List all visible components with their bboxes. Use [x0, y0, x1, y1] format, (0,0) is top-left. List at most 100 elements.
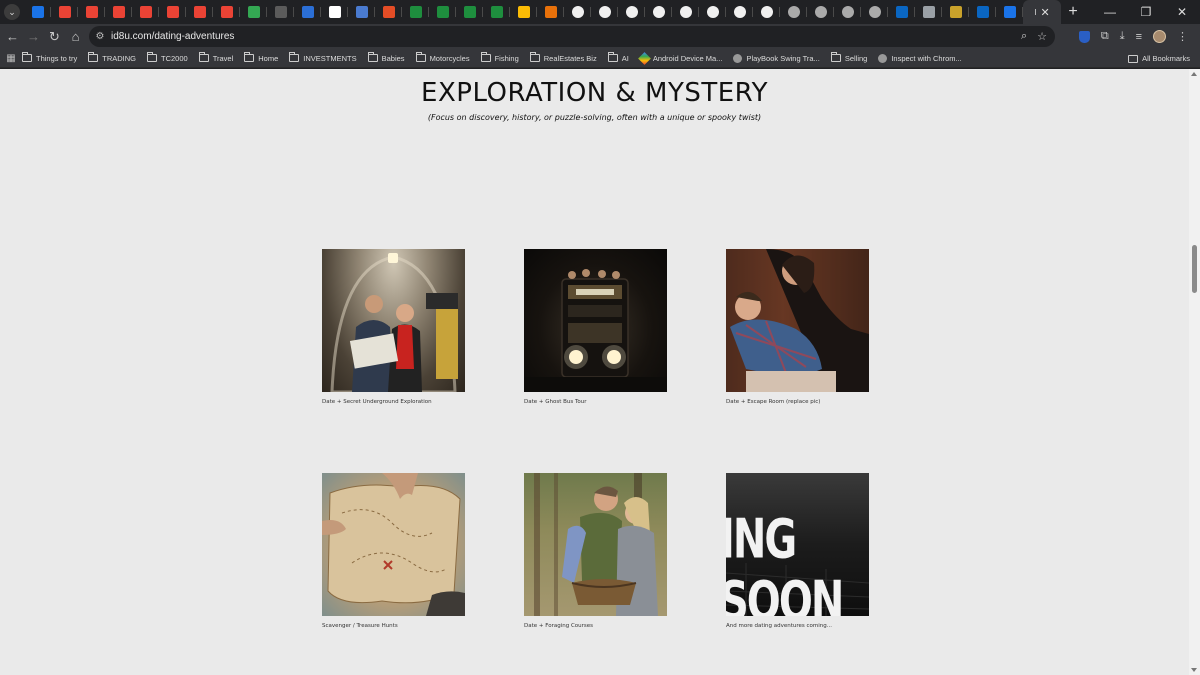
- profile-avatar[interactable]: [1153, 30, 1166, 43]
- bookmark-item[interactable]: Travel: [198, 52, 233, 63]
- browser-tab[interactable]: [618, 0, 645, 24]
- tab-search-button[interactable]: ⌄: [0, 0, 24, 24]
- bitwarden-extension-icon[interactable]: [1078, 30, 1090, 43]
- browser-tab[interactable]: [537, 0, 564, 24]
- media-controls-icon[interactable]: ≡: [1136, 31, 1142, 43]
- browser-tab[interactable]: [132, 0, 159, 24]
- browser-tab[interactable]: [51, 0, 78, 24]
- browser-tab[interactable]: [213, 0, 240, 24]
- folder-icon: [367, 52, 378, 62]
- bookmark-item[interactable]: Android Device Ma...: [637, 51, 722, 65]
- home-button[interactable]: ⌂: [65, 24, 86, 49]
- browser-tab[interactable]: [807, 0, 834, 24]
- tab-favicon-icon: [544, 6, 557, 18]
- card-underground[interactable]: Date + Secret Underground Exploration: [322, 249, 465, 405]
- site-info-icon[interactable]: ⚙: [89, 31, 111, 42]
- browser-tab[interactable]: [915, 0, 942, 24]
- back-button[interactable]: ←: [2, 24, 23, 49]
- card-treasure-hunt[interactable]: Scavenger / Treasure Hunts: [322, 473, 465, 629]
- address-bar[interactable]: ⚙ id8u.com/dating-adventures ⌕ ☆: [89, 26, 1055, 47]
- browser-tab[interactable]: [672, 0, 699, 24]
- bookmark-item[interactable]: RealEstates Biz: [529, 52, 597, 63]
- card-image[interactable]: [524, 473, 667, 616]
- bookmark-item[interactable]: Home: [244, 52, 278, 63]
- browser-tab[interactable]: [834, 0, 861, 24]
- scroll-down-arrow-icon[interactable]: [1191, 668, 1197, 672]
- browser-tab[interactable]: [753, 0, 780, 24]
- browser-tab[interactable]: [780, 0, 807, 24]
- bookmark-label: Things to try: [36, 53, 78, 63]
- card-escape-room[interactable]: Date + Escape Room (replace pic): [726, 249, 869, 405]
- browser-tab[interactable]: [321, 0, 348, 24]
- browser-tab[interactable]: [996, 0, 1023, 24]
- card-image[interactable]: ING SOON: [726, 473, 869, 616]
- browser-tab[interactable]: [159, 0, 186, 24]
- browser-tab[interactable]: [645, 0, 672, 24]
- tab-favicon-icon: [409, 6, 422, 18]
- tab-favicon-icon: [220, 6, 233, 18]
- browser-tab[interactable]: [564, 0, 591, 24]
- browser-tab[interactable]: [861, 0, 888, 24]
- browser-tab[interactable]: [591, 0, 618, 24]
- browser-tab[interactable]: [186, 0, 213, 24]
- bookmark-item[interactable]: Motorcycles: [415, 52, 470, 63]
- browser-tab[interactable]: [348, 0, 375, 24]
- browser-tab[interactable]: [429, 0, 456, 24]
- tab-favicon-icon: [328, 6, 341, 18]
- extensions-puzzle-icon[interactable]: ⧉: [1101, 30, 1109, 43]
- browser-tab[interactable]: [240, 0, 267, 24]
- all-bookmarks[interactable]: All Bookmarks: [1128, 49, 1190, 68]
- restore-button[interactable]: ❐: [1128, 0, 1164, 24]
- bookmark-item[interactable]: TRADING: [88, 52, 136, 63]
- browser-tab[interactable]: [267, 0, 294, 24]
- active-tab[interactable]: I ✕: [1023, 0, 1061, 24]
- card-coming-soon[interactable]: ING SOON And more dating adventures comi…: [726, 473, 869, 629]
- reload-button[interactable]: ↻: [44, 24, 65, 49]
- browser-tab[interactable]: [375, 0, 402, 24]
- new-tab-button[interactable]: +: [1061, 3, 1085, 21]
- browser-tab[interactable]: [942, 0, 969, 24]
- browser-tab[interactable]: [78, 0, 105, 24]
- bookmark-item[interactable]: Things to try: [22, 52, 78, 63]
- bookmark-item[interactable]: TC2000: [147, 52, 188, 63]
- scroll-up-arrow-icon[interactable]: [1191, 72, 1197, 76]
- bookmark-item[interactable]: Selling: [830, 52, 867, 63]
- card-ghost-bus[interactable]: Date + Ghost Bus Tour: [524, 249, 667, 405]
- browser-tab[interactable]: [483, 0, 510, 24]
- bookmark-star-icon[interactable]: ☆: [1037, 30, 1047, 43]
- bookmark-item[interactable]: AI: [607, 52, 629, 63]
- browser-tab[interactable]: [888, 0, 915, 24]
- browser-tab[interactable]: [294, 0, 321, 24]
- more-menu-icon[interactable]: ⋮: [1177, 30, 1188, 43]
- browser-tab[interactable]: [726, 0, 753, 24]
- card-image[interactable]: [726, 249, 869, 392]
- card-caption: And more dating adventures coming...: [726, 623, 833, 629]
- bookmark-item[interactable]: Babies: [367, 52, 405, 63]
- card-image[interactable]: [322, 249, 465, 392]
- tab-favicon-icon: [760, 6, 773, 18]
- apps-grid-icon[interactable]: ▦: [0, 53, 22, 64]
- search-icon[interactable]: ⌕: [1021, 30, 1027, 43]
- browser-tab[interactable]: [969, 0, 996, 24]
- page-scrollbar[interactable]: [1189, 69, 1200, 675]
- download-icon[interactable]: ⤓: [1120, 30, 1125, 43]
- bookmark-item[interactable]: Inspect with Chrom...: [878, 53, 962, 63]
- browser-tab[interactable]: [402, 0, 429, 24]
- close-window-button[interactable]: ✕: [1164, 0, 1200, 24]
- bookmark-item[interactable]: PlayBook Swing Tra...: [733, 53, 820, 63]
- browser-tab[interactable]: [24, 0, 51, 24]
- browser-tab[interactable]: [699, 0, 726, 24]
- forward-button[interactable]: →: [23, 24, 44, 49]
- card-foraging[interactable]: Date + Foraging Courses: [524, 473, 667, 629]
- scrollbar-thumb[interactable]: [1192, 245, 1197, 293]
- bookmark-item[interactable]: INVESTMENTS: [289, 52, 357, 63]
- browser-tab[interactable]: [105, 0, 132, 24]
- card-image[interactable]: [524, 249, 667, 392]
- minimize-button[interactable]: —: [1092, 0, 1128, 24]
- bookmark-item[interactable]: Fishing: [480, 52, 519, 63]
- card-image[interactable]: [322, 473, 465, 616]
- page-subtitle: (Focus on discovery, history, or puzzle-…: [427, 113, 762, 122]
- close-tab-icon[interactable]: ✕: [1041, 6, 1050, 19]
- browser-tab[interactable]: [456, 0, 483, 24]
- browser-tab[interactable]: [510, 0, 537, 24]
